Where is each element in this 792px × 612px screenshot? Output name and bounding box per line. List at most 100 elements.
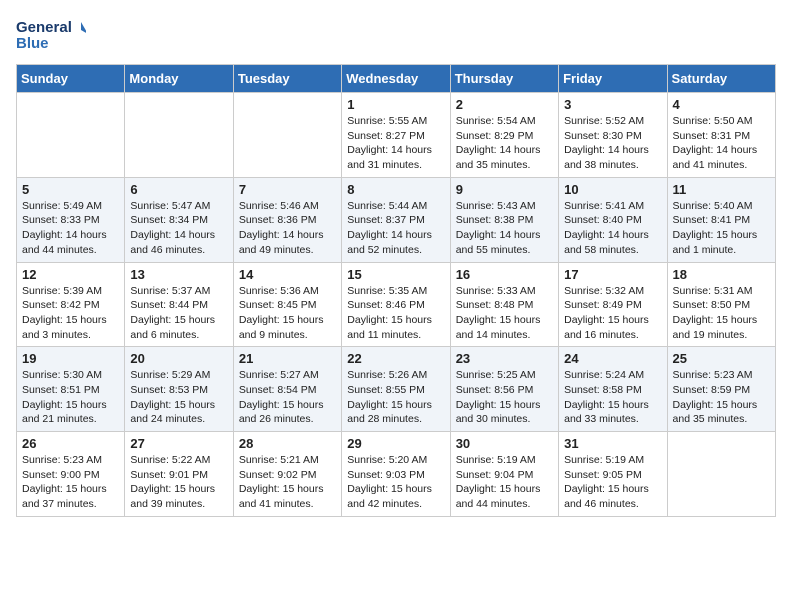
- logo-svg: General Blue: [16, 16, 86, 56]
- day-number: 27: [130, 436, 227, 451]
- day-cell: 5Sunrise: 5:49 AM Sunset: 8:33 PM Daylig…: [17, 177, 125, 262]
- week-row-3: 12Sunrise: 5:39 AM Sunset: 8:42 PM Dayli…: [17, 262, 776, 347]
- day-cell: 2 Sunrise: 5:54 AM Sunset: 8:29 PM Daylig…: [450, 93, 558, 178]
- day-number: 13: [130, 267, 227, 282]
- day-cell: 21 Sunrise: 5:27 AM Sunset: 8:54 PM Dayli…: [233, 347, 341, 432]
- day-cell: [17, 93, 125, 178]
- day-number: 17: [564, 267, 661, 282]
- day-info: Sunrise: 5:52 AM Sunset: 8:30 PM Dayligh…: [564, 114, 661, 173]
- svg-text:General: General: [16, 19, 72, 36]
- week-row-2: 5Sunrise: 5:49 AM Sunset: 8:33 PM Daylig…: [17, 177, 776, 262]
- day-info: Sunrise: 5:27 AM Sunset: 8:54 PM Dayligh…: [239, 368, 336, 427]
- day-info: Sunrise: 5:55 AM Sunset: 8:27 PM Dayligh…: [347, 114, 444, 173]
- day-cell: [667, 432, 775, 517]
- day-number: 3: [564, 97, 661, 112]
- day-info: Sunrise: 5:54 AM Sunset: 8:29 PM Dayligh…: [456, 114, 553, 173]
- day-info: Sunrise: 5:40 AM Sunset: 8:41 PM Dayligh…: [673, 199, 770, 258]
- week-row-1: 1Sunrise: 5:55 AM Sunset: 8:27 PM Daylig…: [17, 93, 776, 178]
- day-number: 12: [22, 267, 119, 282]
- logo: General Blue: [16, 16, 86, 56]
- day-cell: 31 Sunrise: 5:19 AM Sunset: 9:05 PM Dayli…: [559, 432, 667, 517]
- day-number: 9: [456, 182, 553, 197]
- weekday-header-monday: Monday: [125, 65, 233, 93]
- day-info: Sunrise: 5:22 AM Sunset: 9:01 PM Dayligh…: [130, 453, 227, 512]
- day-info: Sunrise: 5:23 AM Sunset: 8:59 PM Dayligh…: [673, 368, 770, 427]
- day-number: 25: [673, 351, 770, 366]
- weekday-header-saturday: Saturday: [667, 65, 775, 93]
- day-number: 11: [673, 182, 770, 197]
- day-cell: [233, 93, 341, 178]
- day-info: Sunrise: 5:26 AM Sunset: 8:55 PM Dayligh…: [347, 368, 444, 427]
- day-cell: 22 Sunrise: 5:26 AM Sunset: 8:55 PM Dayli…: [342, 347, 450, 432]
- day-number: 10: [564, 182, 661, 197]
- day-cell: 13Sunrise: 5:37 AM Sunset: 8:44 PM Dayli…: [125, 262, 233, 347]
- weekday-header-sunday: Sunday: [17, 65, 125, 93]
- day-info: Sunrise: 5:41 AM Sunset: 8:40 PM Dayligh…: [564, 199, 661, 258]
- day-number: 21: [239, 351, 336, 366]
- day-info: Sunrise: 5:32 AM Sunset: 8:49 PM Dayligh…: [564, 284, 661, 343]
- day-cell: 25 Sunrise: 5:23 AM Sunset: 8:59 PM Dayli…: [667, 347, 775, 432]
- day-info: Sunrise: 5:46 AM Sunset: 8:36 PM Dayligh…: [239, 199, 336, 258]
- day-info: Sunrise: 5:44 AM Sunset: 8:37 PM Dayligh…: [347, 199, 444, 258]
- week-row-4: 19Sunrise: 5:30 AM Sunset: 8:51 PM Dayli…: [17, 347, 776, 432]
- day-number: 8: [347, 182, 444, 197]
- day-number: 31: [564, 436, 661, 451]
- day-cell: 10 Sunrise: 5:41 AM Sunset: 8:40 PM Dayli…: [559, 177, 667, 262]
- day-number: 29: [347, 436, 444, 451]
- day-info: Sunrise: 5:50 AM Sunset: 8:31 PM Dayligh…: [673, 114, 770, 173]
- day-info: Sunrise: 5:23 AM Sunset: 9:00 PM Dayligh…: [22, 453, 119, 512]
- day-cell: 30 Sunrise: 5:19 AM Sunset: 9:04 PM Dayli…: [450, 432, 558, 517]
- svg-text:Blue: Blue: [16, 35, 49, 52]
- day-cell: 14Sunrise: 5:36 AM Sunset: 8:45 PM Dayli…: [233, 262, 341, 347]
- day-number: 30: [456, 436, 553, 451]
- day-info: Sunrise: 5:24 AM Sunset: 8:58 PM Dayligh…: [564, 368, 661, 427]
- day-info: Sunrise: 5:19 AM Sunset: 9:05 PM Dayligh…: [564, 453, 661, 512]
- day-info: Sunrise: 5:31 AM Sunset: 8:50 PM Dayligh…: [673, 284, 770, 343]
- day-number: 6: [130, 182, 227, 197]
- day-number: 26: [22, 436, 119, 451]
- day-info: Sunrise: 5:43 AM Sunset: 8:38 PM Dayligh…: [456, 199, 553, 258]
- day-number: 23: [456, 351, 553, 366]
- day-number: 5: [22, 182, 119, 197]
- day-info: Sunrise: 5:33 AM Sunset: 8:48 PM Dayligh…: [456, 284, 553, 343]
- day-cell: 12Sunrise: 5:39 AM Sunset: 8:42 PM Dayli…: [17, 262, 125, 347]
- day-number: 4: [673, 97, 770, 112]
- day-number: 24: [564, 351, 661, 366]
- calendar-table: SundayMondayTuesdayWednesdayThursdayFrid…: [16, 64, 776, 517]
- day-cell: 18Sunrise: 5:31 AM Sunset: 8:50 PM Dayli…: [667, 262, 775, 347]
- day-info: Sunrise: 5:19 AM Sunset: 9:04 PM Dayligh…: [456, 453, 553, 512]
- day-cell: 29 Sunrise: 5:20 AM Sunset: 9:03 PM Dayli…: [342, 432, 450, 517]
- day-number: 16: [456, 267, 553, 282]
- day-number: 15: [347, 267, 444, 282]
- day-cell: 19Sunrise: 5:30 AM Sunset: 8:51 PM Dayli…: [17, 347, 125, 432]
- weekday-header-tuesday: Tuesday: [233, 65, 341, 93]
- weekday-header-thursday: Thursday: [450, 65, 558, 93]
- day-info: Sunrise: 5:20 AM Sunset: 9:03 PM Dayligh…: [347, 453, 444, 512]
- day-number: 2: [456, 97, 553, 112]
- day-cell: 6 Sunrise: 5:47 AM Sunset: 8:34 PM Daylig…: [125, 177, 233, 262]
- day-number: 28: [239, 436, 336, 451]
- day-cell: 1Sunrise: 5:55 AM Sunset: 8:27 PM Daylig…: [342, 93, 450, 178]
- day-cell: 24 Sunrise: 5:24 AM Sunset: 8:58 PM Dayli…: [559, 347, 667, 432]
- day-info: Sunrise: 5:36 AM Sunset: 8:45 PM Dayligh…: [239, 284, 336, 343]
- day-cell: 11 Sunrise: 5:40 AM Sunset: 8:41 PM Dayli…: [667, 177, 775, 262]
- day-info: Sunrise: 5:29 AM Sunset: 8:53 PM Dayligh…: [130, 368, 227, 427]
- day-info: Sunrise: 5:21 AM Sunset: 9:02 PM Dayligh…: [239, 453, 336, 512]
- day-info: Sunrise: 5:47 AM Sunset: 8:34 PM Dayligh…: [130, 199, 227, 258]
- day-number: 22: [347, 351, 444, 366]
- page-header: General Blue: [16, 16, 776, 56]
- day-cell: 17 Sunrise: 5:32 AM Sunset: 8:49 PM Dayli…: [559, 262, 667, 347]
- day-cell: 9 Sunrise: 5:43 AM Sunset: 8:38 PM Daylig…: [450, 177, 558, 262]
- day-cell: 15Sunrise: 5:35 AM Sunset: 8:46 PM Dayli…: [342, 262, 450, 347]
- day-cell: 4 Sunrise: 5:50 AM Sunset: 8:31 PM Daylig…: [667, 93, 775, 178]
- weekday-header-wednesday: Wednesday: [342, 65, 450, 93]
- day-cell: 16 Sunrise: 5:33 AM Sunset: 8:48 PM Dayli…: [450, 262, 558, 347]
- day-cell: 26 Sunrise: 5:23 AM Sunset: 9:00 PM Dayli…: [17, 432, 125, 517]
- day-number: 20: [130, 351, 227, 366]
- day-cell: 23Sunrise: 5:25 AM Sunset: 8:56 PM Dayli…: [450, 347, 558, 432]
- week-row-5: 26 Sunrise: 5:23 AM Sunset: 9:00 PM Dayli…: [17, 432, 776, 517]
- day-cell: 3 Sunrise: 5:52 AM Sunset: 8:30 PM Daylig…: [559, 93, 667, 178]
- day-cell: 28 Sunrise: 5:21 AM Sunset: 9:02 PM Dayli…: [233, 432, 341, 517]
- weekday-header-row: SundayMondayTuesdayWednesdayThursdayFrid…: [17, 65, 776, 93]
- day-number: 19: [22, 351, 119, 366]
